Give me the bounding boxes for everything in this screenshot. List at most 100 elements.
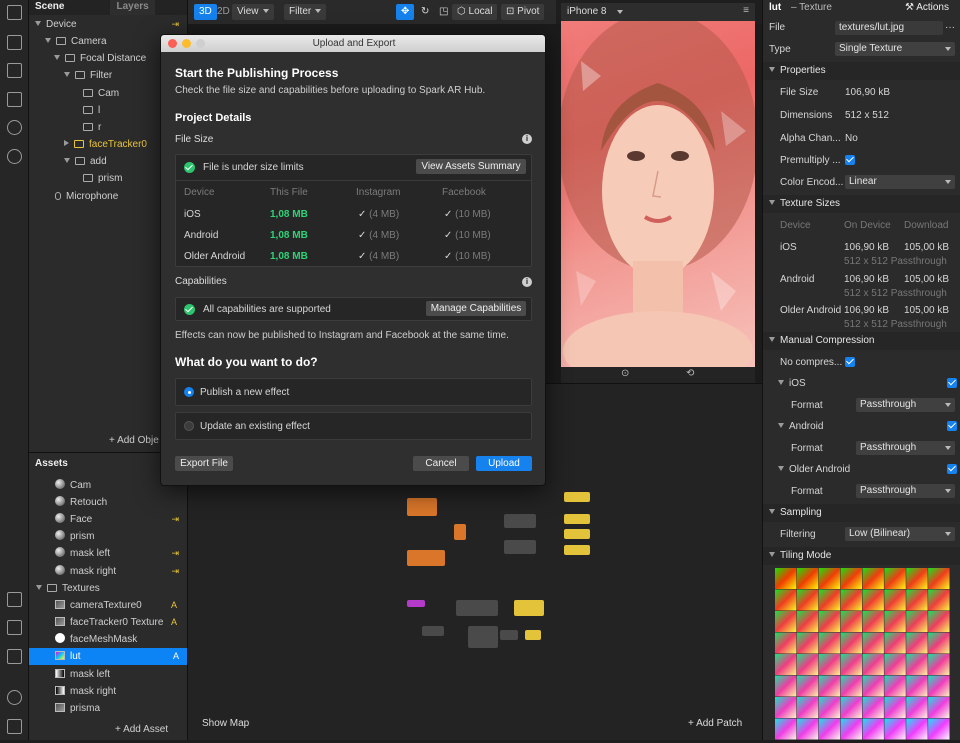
patch-node[interactable] [468, 626, 498, 648]
local-button[interactable]: ⬡ Local [452, 4, 498, 20]
rotate-device-icon[interactable]: ⟲ [686, 368, 694, 379]
filter-dropdown[interactable]: Filter [284, 4, 327, 20]
asset-item[interactable]: faceMeshMask [55, 631, 137, 648]
radio-update-effect[interactable] [184, 421, 194, 431]
older-android-checkbox[interactable] [947, 464, 957, 474]
color-encoding-dropdown[interactable]: Linear [845, 175, 955, 189]
asset-item[interactable]: cameraTexture0 A [55, 597, 185, 614]
asset-item[interactable]: Face ⇥ [55, 511, 185, 528]
tree-item-l[interactable]: l [83, 102, 100, 119]
patch-node[interactable] [407, 550, 445, 566]
add-object-button[interactable]: + Add Obje [109, 432, 159, 449]
cancel-button[interactable]: Cancel [413, 456, 469, 471]
tab-scene[interactable]: Scene [29, 0, 70, 15]
android-checkbox[interactable] [947, 421, 957, 431]
sampling-section[interactable]: Sampling [763, 504, 960, 522]
pivot-button[interactable]: ⊡ Pivot [501, 4, 545, 20]
manual-compression-section[interactable]: Manual Compression [763, 332, 960, 350]
patch-node[interactable] [504, 514, 536, 528]
patch-node[interactable] [504, 540, 536, 554]
view-dropdown[interactable]: View [232, 4, 274, 20]
radio-new-effect[interactable] [184, 387, 194, 397]
tiling-mode-section[interactable]: Tiling Mode [763, 547, 960, 565]
scale-icon[interactable]: ◳ [434, 4, 450, 20]
properties-section[interactable]: Properties [763, 62, 960, 80]
layout-icon[interactable] [7, 5, 22, 20]
no-compress-checkbox[interactable] [845, 357, 855, 367]
patch-node[interactable] [564, 545, 590, 555]
platform-older-android-toggle[interactable]: Older Android [778, 464, 850, 475]
ios-checkbox[interactable] [947, 378, 957, 388]
asset-item[interactable]: mask left [55, 666, 110, 683]
add-patch-button[interactable]: + Add Patch [688, 718, 742, 729]
tab-layers[interactable]: Layers [110, 0, 155, 15]
asset-item[interactable]: Cam [55, 477, 91, 494]
tree-item-facetracker[interactable]: faceTracker0 [64, 136, 147, 153]
manage-capabilities-button[interactable]: Manage Capabilities [426, 301, 526, 316]
asset-item[interactable]: prism [55, 528, 94, 545]
tree-item-focal-distance[interactable]: Focal Distance [54, 50, 146, 67]
search-icon[interactable] [7, 149, 22, 164]
tree-item-device[interactable]: Device ⇥ [35, 16, 185, 33]
sync-icon[interactable] [7, 120, 22, 135]
info-icon[interactable]: i [522, 277, 532, 287]
tree-item-filter[interactable]: Filter [64, 67, 112, 84]
tree-item-cam[interactable]: Cam [83, 85, 119, 102]
import-icon[interactable] [7, 620, 22, 635]
console-icon[interactable] [7, 719, 22, 734]
patch-node[interactable] [514, 600, 544, 616]
move-icon[interactable]: ✥ [396, 4, 414, 20]
patch-node[interactable] [525, 630, 541, 640]
device-selector[interactable]: iPhone 8 ≡ [561, 3, 755, 21]
patch-node[interactable] [564, 529, 590, 539]
texture-sizes-section[interactable]: Texture Sizes [763, 195, 960, 213]
ios-format-dropdown[interactable]: Passthrough [856, 398, 955, 412]
upload-button[interactable]: Upload [476, 456, 532, 471]
asset-item[interactable]: faceTracker0 Texture A [55, 614, 185, 631]
square-icon[interactable] [7, 92, 22, 107]
older-android-format-dropdown[interactable]: Passthrough [856, 484, 955, 498]
patch-node[interactable] [407, 600, 425, 607]
camera-icon[interactable] [7, 35, 22, 50]
rotate-icon[interactable]: ↻ [416, 4, 432, 20]
tree-item-microphone[interactable]: Microphone [55, 188, 118, 205]
patch-node[interactable] [454, 524, 466, 540]
patch-node[interactable] [564, 514, 590, 524]
platform-ios-toggle[interactable]: iOS [778, 378, 806, 389]
patch-node[interactable] [564, 492, 590, 502]
add-file-icon[interactable] [7, 592, 22, 607]
asset-item-lut-selected[interactable]: lut A [29, 648, 187, 665]
tree-item-r[interactable]: r [83, 119, 101, 136]
patch-node[interactable] [500, 630, 518, 640]
menu-icon[interactable]: ≡ [743, 5, 749, 16]
add-asset-button[interactable]: + Add Asset [115, 721, 168, 738]
actions-button[interactable]: ⚒ Actions [905, 2, 949, 13]
upload-icon[interactable] [7, 649, 22, 664]
asset-folder-textures[interactable]: Textures [36, 580, 100, 597]
patch-node[interactable] [422, 626, 444, 636]
tree-item-add[interactable]: add [64, 153, 107, 170]
premultiply-checkbox[interactable] [845, 155, 855, 165]
tree-item-prism[interactable]: prism [83, 170, 122, 187]
asset-item[interactable]: mask right [55, 683, 116, 700]
export-file-button[interactable]: Export File [175, 456, 233, 471]
info-icon[interactable]: i [522, 134, 532, 144]
close-icon[interactable] [168, 39, 177, 48]
view-assets-summary-button[interactable]: View Assets Summary [416, 159, 526, 174]
android-format-dropdown[interactable]: Passthrough [856, 441, 955, 455]
patch-node[interactable] [456, 600, 498, 616]
asset-item[interactable]: mask right ⇥ [55, 563, 185, 580]
asset-item[interactable]: prisma [55, 700, 100, 717]
tree-item-camera[interactable]: Camera [45, 33, 107, 50]
screenshot-icon[interactable]: ⊙ [621, 368, 629, 379]
patch-node[interactable] [407, 498, 437, 516]
type-dropdown[interactable]: Single Texture [835, 42, 955, 56]
show-map-button[interactable]: Show Map [202, 718, 249, 729]
platform-android-toggle[interactable]: Android [778, 421, 823, 432]
asset-item[interactable]: Retouch [55, 494, 107, 511]
bug-icon[interactable] [7, 690, 22, 705]
filtering-dropdown[interactable]: Low (Bilinear) [845, 527, 955, 541]
asset-item[interactable]: mask left ⇥ [55, 545, 185, 562]
minimize-icon[interactable] [182, 39, 191, 48]
columns-icon[interactable] [7, 63, 22, 78]
